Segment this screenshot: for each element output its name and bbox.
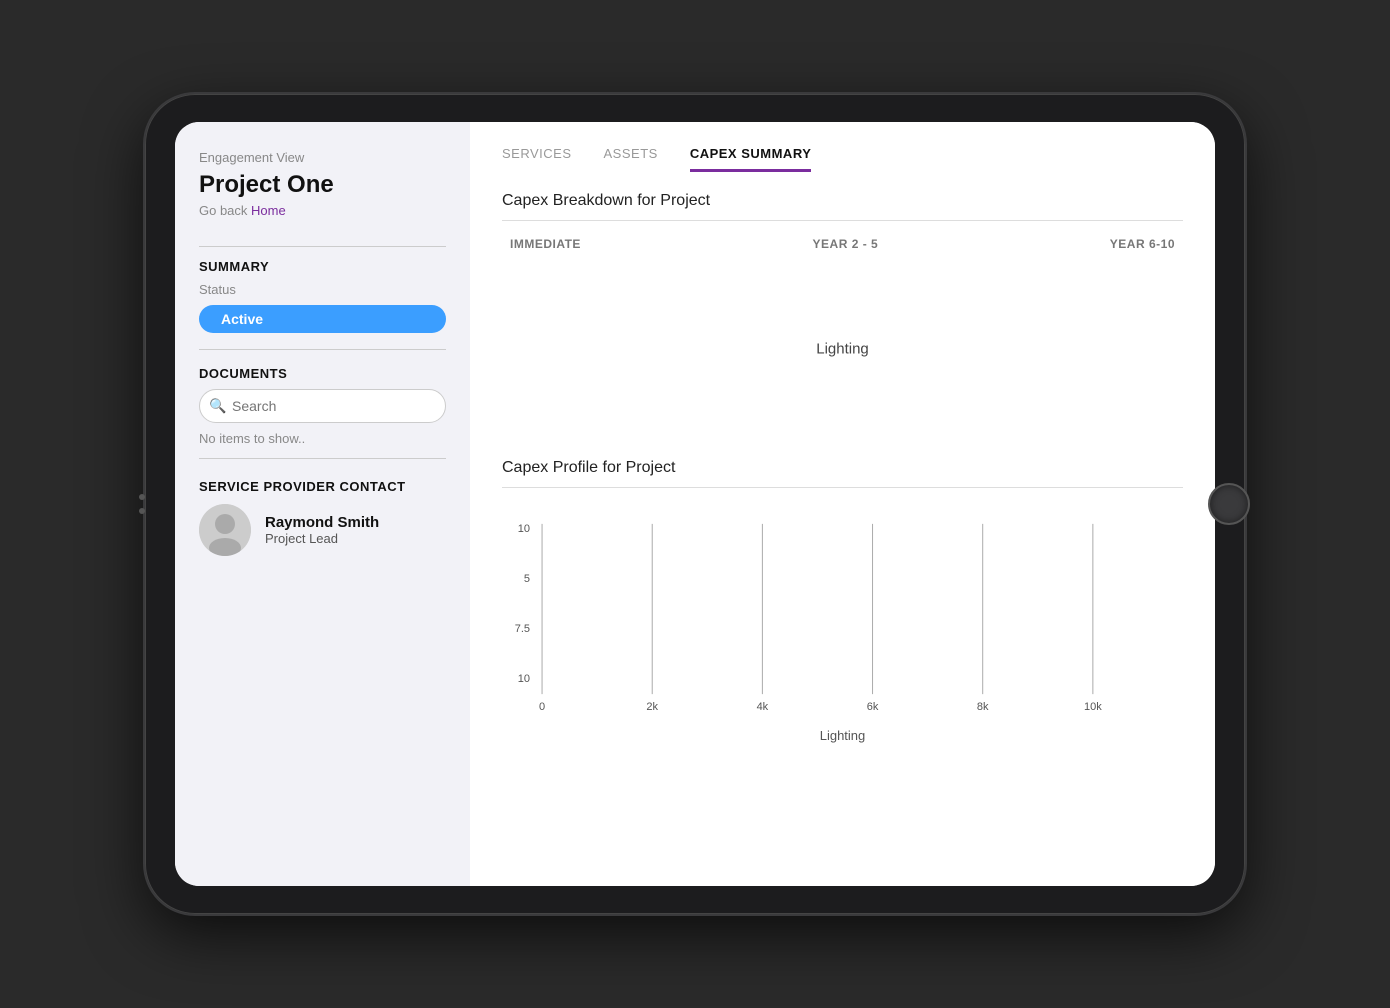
sidebar-divider-1	[199, 246, 446, 247]
documents-section: DOCUMENTS 🔍 No items to show..	[199, 366, 446, 446]
avatar	[199, 504, 251, 556]
tablet-left-buttons	[139, 494, 145, 514]
tabs-row: SERVICES ASSETS CAPEX SUMMARY	[502, 146, 1183, 172]
capex-breakdown-area: Lighting	[502, 259, 1183, 439]
svg-text:10k: 10k	[1084, 701, 1102, 713]
tab-capex-summary[interactable]: CAPEX SUMMARY	[690, 146, 812, 172]
service-provider-section: SERVICE PROVIDER CONTACT Raymond Smith P…	[199, 479, 446, 556]
capex-columns: IMMEDIATE YEAR 2 - 5 YEAR 6-10	[502, 237, 1183, 251]
svg-text:6k: 6k	[867, 701, 879, 713]
chart-x-label: Lighting	[502, 728, 1183, 743]
tablet-frame: Engagement View Project One Go back Home…	[145, 94, 1245, 914]
svg-text:5: 5	[524, 573, 530, 585]
sidebar-divider-2	[199, 349, 446, 350]
chart-container: 10 5 7.5 10 0 2k 4k	[502, 504, 1183, 724]
tablet-home-button[interactable]	[1208, 483, 1250, 525]
search-icon: 🔍	[209, 398, 226, 415]
capex-profile-section: Capex Profile for Project 10 5 7.5 10	[502, 459, 1183, 743]
summary-title: SUMMARY	[199, 259, 446, 274]
sidebar: Engagement View Project One Go back Home…	[175, 122, 470, 886]
project-title: Project One	[199, 171, 446, 199]
status-badge: Active	[199, 305, 446, 333]
chart-svg: 10 5 7.5 10 0 2k 4k	[502, 504, 1183, 724]
svg-text:10: 10	[518, 673, 530, 685]
svg-text:0: 0	[539, 701, 545, 713]
contact-row: Raymond Smith Project Lead	[199, 504, 446, 556]
go-back-text: Go back	[199, 203, 247, 218]
capex-col-year2-5: YEAR 2 - 5	[813, 237, 879, 251]
svg-text:2k: 2k	[646, 701, 658, 713]
tablet-screen: Engagement View Project One Go back Home…	[175, 122, 1215, 886]
capex-breakdown-title: Capex Breakdown for Project	[502, 192, 1183, 210]
contact-info: Raymond Smith Project Lead	[265, 514, 379, 546]
main-content: SERVICES ASSETS CAPEX SUMMARY Capex Brea…	[470, 122, 1215, 886]
engagement-view-label: Engagement View	[199, 150, 446, 165]
documents-title: DOCUMENTS	[199, 366, 446, 381]
contact-role: Project Lead	[265, 531, 379, 546]
capex-col-year6-10: YEAR 6-10	[1110, 237, 1175, 251]
search-input[interactable]	[199, 389, 446, 423]
lighting-center-label: Lighting	[816, 341, 869, 358]
go-back-row: Go back Home	[199, 203, 446, 218]
contact-name: Raymond Smith	[265, 514, 379, 531]
capex-col-immediate: IMMEDIATE	[510, 237, 581, 251]
tablet-left-btn-2	[139, 508, 145, 514]
capex-divider-2	[502, 487, 1183, 488]
capex-profile-title: Capex Profile for Project	[502, 459, 1183, 477]
no-items-text: No items to show..	[199, 431, 446, 446]
svg-text:10: 10	[518, 523, 530, 535]
search-wrapper: 🔍	[199, 389, 446, 423]
sidebar-divider-3	[199, 458, 446, 459]
svg-text:7.5: 7.5	[515, 623, 530, 635]
service-provider-title: SERVICE PROVIDER CONTACT	[199, 479, 446, 494]
tablet-left-btn-1	[139, 494, 145, 500]
tab-services[interactable]: SERVICES	[502, 146, 572, 172]
svg-text:8k: 8k	[977, 701, 989, 713]
tab-assets[interactable]: ASSETS	[604, 146, 658, 172]
capex-divider-1	[502, 220, 1183, 221]
home-link[interactable]: Home	[251, 203, 286, 218]
status-label: Status	[199, 282, 446, 297]
svg-text:4k: 4k	[757, 701, 769, 713]
